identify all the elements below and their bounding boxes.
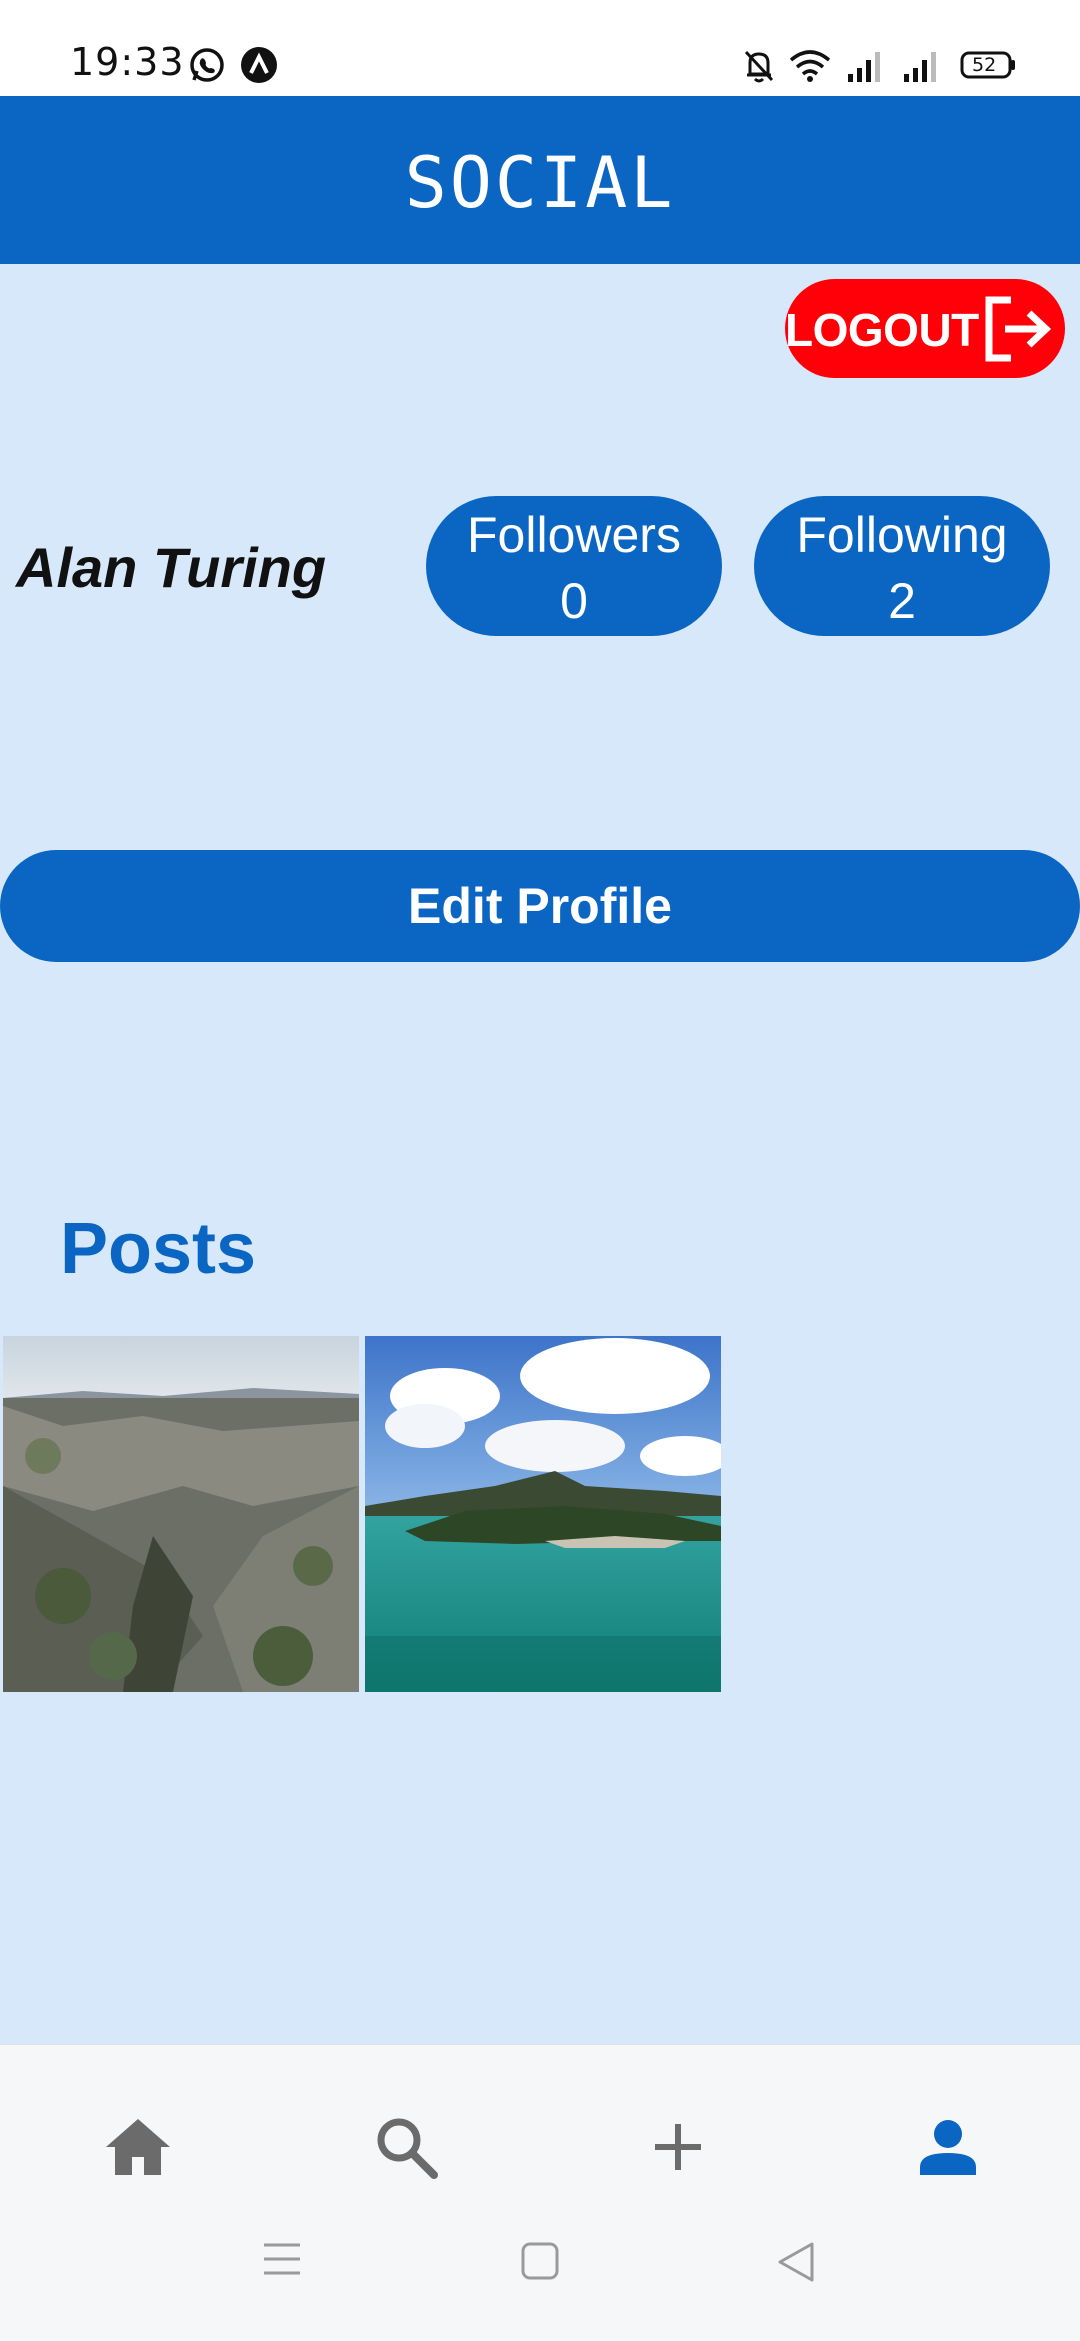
logout-label: LOGOUT bbox=[785, 304, 979, 356]
profile-icon bbox=[920, 2120, 976, 2175]
wifi-icon bbox=[788, 46, 832, 89]
plus-icon bbox=[655, 2124, 701, 2170]
turquoise-lake-photo bbox=[365, 1336, 721, 1692]
following-count: 2 bbox=[888, 573, 916, 629]
following-button[interactable]: Following 2 bbox=[754, 496, 1050, 636]
status-time: 19:33 bbox=[70, 40, 185, 84]
edit-profile-button[interactable]: Edit Profile bbox=[0, 850, 1080, 962]
followers-count: 0 bbox=[560, 573, 588, 629]
recents-icon[interactable] bbox=[262, 2241, 302, 2282]
bottom-nav bbox=[0, 2044, 1080, 2341]
signal-icon bbox=[846, 50, 882, 87]
post-thumbnail[interactable] bbox=[365, 1336, 721, 1692]
rocky-canyon-photo bbox=[3, 1336, 359, 1692]
search-icon bbox=[377, 2118, 438, 2179]
profile-name: Alan Turing bbox=[16, 536, 327, 599]
battery-level: 52 bbox=[972, 54, 997, 76]
nav-profile[interactable] bbox=[898, 2097, 998, 2197]
home-icon bbox=[106, 2119, 170, 2175]
logout-button[interactable]: LOGOUT bbox=[785, 279, 1065, 378]
nav-search[interactable] bbox=[356, 2097, 456, 2197]
nav-home[interactable] bbox=[88, 2097, 188, 2197]
status-bar: 19:33 52 bbox=[0, 0, 1080, 96]
post-thumbnail[interactable] bbox=[3, 1336, 359, 1692]
followers-button[interactable]: Followers 0 bbox=[426, 496, 722, 636]
whatsapp-icon bbox=[188, 46, 226, 89]
followers-label: Followers bbox=[467, 507, 681, 563]
battery-icon: 52 bbox=[960, 50, 1016, 85]
nav-add[interactable] bbox=[628, 2097, 728, 2197]
logout-icon bbox=[985, 296, 1052, 362]
home-system-icon[interactable] bbox=[520, 2241, 560, 2286]
app-a-icon bbox=[240, 46, 278, 89]
bell-muted-icon bbox=[742, 48, 776, 89]
signal-icon bbox=[902, 50, 938, 87]
following-label: Following bbox=[796, 507, 1008, 563]
back-icon[interactable] bbox=[776, 2241, 816, 2288]
app-title: SOCIAL bbox=[404, 142, 676, 224]
posts-title: Posts bbox=[60, 1209, 257, 1289]
app-bar: SOCIAL bbox=[0, 96, 1080, 264]
